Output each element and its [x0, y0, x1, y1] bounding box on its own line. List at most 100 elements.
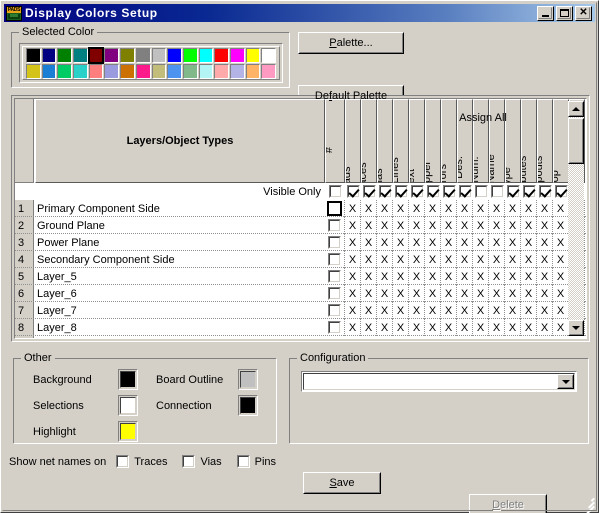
grid-cell[interactable]: X: [553, 319, 569, 336]
visible-only-cell[interactable]: [345, 183, 361, 200]
grid-cell[interactable]: X: [345, 217, 361, 234]
color-swatch[interactable]: [198, 63, 214, 79]
grid-cell[interactable]: X: [425, 285, 441, 302]
visible-only-checkbox[interactable]: [346, 185, 360, 198]
grid-cell[interactable]: X: [457, 285, 473, 302]
grid-cell[interactable]: X: [457, 319, 473, 336]
grid-cell[interactable]: X: [505, 285, 521, 302]
grid-cell[interactable]: X: [521, 302, 537, 319]
grid-cell[interactable]: X: [521, 234, 537, 251]
table-row[interactable]: 6Layer_6XXXXXXXXXXXXXXX: [15, 285, 586, 302]
color-swatch[interactable]: [261, 47, 276, 63]
grid-cell[interactable]: X: [521, 251, 537, 268]
grid-cell[interactable]: X: [489, 302, 505, 319]
grid-cell[interactable]: X: [473, 285, 489, 302]
grid-cell[interactable]: X: [425, 217, 441, 234]
grid-column-header[interactable]: 2D Lines: [393, 99, 409, 183]
grid-cell[interactable]: X: [457, 200, 473, 217]
grid-cell[interactable]: X: [361, 217, 377, 234]
visible-only-cell[interactable]: [393, 183, 409, 200]
grid-cell[interactable]: X: [537, 251, 553, 268]
table-row[interactable]: 4Secondary Component SideXXXXXXXXXXXXXXX: [15, 251, 586, 268]
grid-cell[interactable]: X: [393, 319, 409, 336]
visible-only-cell[interactable]: [537, 183, 553, 200]
grid-cell[interactable]: X: [521, 285, 537, 302]
table-row[interactable]: 7Layer_7XXXXXXXXXXXXXXX: [15, 302, 586, 319]
grid-cell[interactable]: X: [425, 234, 441, 251]
maximize-button[interactable]: [556, 5, 573, 21]
grid-cell[interactable]: X: [441, 285, 457, 302]
grid-cell[interactable]: X: [409, 268, 425, 285]
grid-cell[interactable]: X: [441, 217, 457, 234]
grid-cell[interactable]: X: [345, 251, 361, 268]
visible-only-checkbox[interactable]: [490, 185, 504, 198]
grid-cell[interactable]: X: [361, 285, 377, 302]
color-swatch[interactable]: [26, 47, 41, 63]
grid-cell[interactable]: X: [489, 285, 505, 302]
color-swatch[interactable]: [214, 63, 229, 79]
color-swatch[interactable]: [104, 47, 120, 63]
grid-cell[interactable]: X: [393, 217, 409, 234]
save-config-button[interactable]: Save: [303, 472, 381, 494]
visible-only-cell[interactable]: [457, 183, 473, 200]
grid-cell[interactable]: X: [521, 268, 537, 285]
grid-cell[interactable]: X: [377, 268, 393, 285]
color-swatch[interactable]: [261, 63, 276, 79]
visible-only-cell[interactable]: [505, 183, 521, 200]
layer-enable-checkbox[interactable]: [328, 270, 341, 283]
visible-only-checkbox[interactable]: [522, 185, 536, 198]
grid-cell[interactable]: X: [521, 319, 537, 336]
layer-enable-cell[interactable]: [325, 234, 345, 251]
grid-cell[interactable]: X: [473, 200, 489, 217]
grid-cell[interactable]: X: [489, 234, 505, 251]
layer-enable-checkbox[interactable]: [328, 236, 341, 249]
grid-cell[interactable]: X: [377, 234, 393, 251]
grid-cell[interactable]: X: [457, 234, 473, 251]
layer-enable-cell[interactable]: [325, 200, 345, 217]
grid-column-header[interactable]: Errors: [441, 99, 457, 183]
color-swatch[interactable]: [135, 63, 151, 79]
grid-cell[interactable]: X: [345, 285, 361, 302]
grid-cell[interactable]: X: [377, 217, 393, 234]
visible-only-checkbox[interactable]: [538, 185, 552, 198]
color-swatch[interactable]: [87, 46, 105, 64]
connection-color-swatch[interactable]: [238, 395, 258, 416]
layer-enable-cell[interactable]: [325, 217, 345, 234]
grid-cell[interactable]: X: [425, 302, 441, 319]
grid-cell[interactable]: X: [409, 200, 425, 217]
configuration-combobox-arrow[interactable]: [557, 374, 574, 389]
grid-column-header[interactable]: Traces: [361, 99, 377, 183]
table-row[interactable]: 5Layer_5XXXXXXXXXXXXXXX: [15, 268, 586, 285]
grid-cell[interactable]: X: [361, 200, 377, 217]
grid-cell[interactable]: X: [393, 302, 409, 319]
visible-only-checkbox[interactable]: [410, 185, 424, 198]
grid-cell[interactable]: X: [473, 251, 489, 268]
net-names-vias-option[interactable]: Vias: [182, 455, 222, 468]
color-swatch[interactable]: [135, 47, 151, 63]
layer-enable-checkbox[interactable]: [328, 287, 341, 300]
grid-cell[interactable]: X: [425, 268, 441, 285]
grid-cell[interactable]: X: [361, 268, 377, 285]
color-swatch[interactable]: [182, 63, 198, 79]
grid-cell[interactable]: X: [361, 302, 377, 319]
net-names-traces-checkbox[interactable]: [116, 455, 130, 468]
grid-cell[interactable]: X: [409, 285, 425, 302]
net-names-pins-option[interactable]: Pins: [236, 455, 276, 468]
net-names-vias-checkbox[interactable]: [182, 455, 196, 468]
grid-cell[interactable]: X: [377, 285, 393, 302]
color-swatch[interactable]: [120, 63, 135, 79]
visible-only-checkbox[interactable]: [328, 185, 342, 198]
grid-column-header[interactable]: Text: [409, 99, 425, 183]
grid-cell[interactable]: X: [489, 251, 505, 268]
grid-cell[interactable]: X: [377, 251, 393, 268]
grid-cell[interactable]: X: [537, 217, 553, 234]
grid-column-header[interactable]: Type: [505, 99, 521, 183]
grid-cell[interactable]: X: [457, 251, 473, 268]
color-swatch[interactable]: [198, 47, 214, 63]
visible-only-cell[interactable]: [489, 183, 505, 200]
grid-cell[interactable]: X: [393, 234, 409, 251]
grid-cell[interactable]: X: [537, 285, 553, 302]
grid-column-header[interactable]: Keepouts: [537, 99, 553, 183]
grid-cell[interactable]: X: [441, 200, 457, 217]
table-row[interactable]: 8Layer_8XXXXXXXXXXXXXXX: [15, 319, 586, 336]
